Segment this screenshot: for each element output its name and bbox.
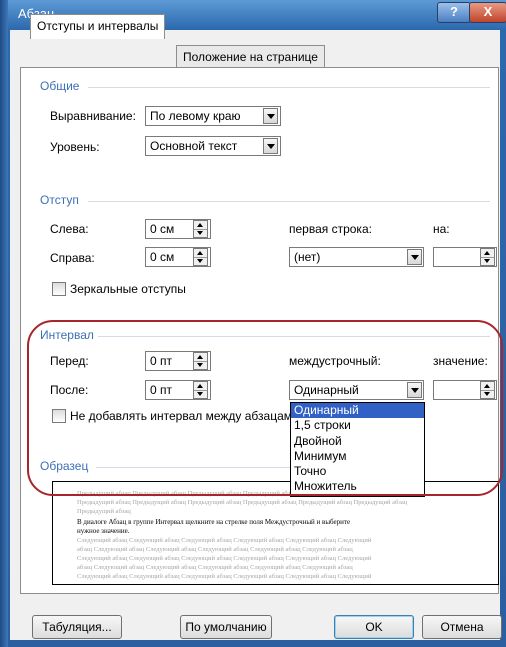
group-general-title: Общие bbox=[40, 79, 80, 93]
preview-next-line: абзац Следующий абзац Следующий абзац Сл… bbox=[77, 564, 353, 571]
line-spacing-select[interactable]: Одинарный bbox=[289, 380, 424, 400]
spacing-after-spinner[interactable] bbox=[193, 381, 208, 399]
preview-next-line: Следующий абзац Следующий абзац Следующи… bbox=[77, 555, 372, 562]
chevron-down-icon[interactable] bbox=[481, 257, 494, 265]
spacing-before-spinner[interactable] bbox=[193, 352, 208, 370]
line-spacing-option[interactable]: 1,5 строки bbox=[291, 418, 424, 433]
chevron-down-icon[interactable] bbox=[194, 229, 207, 237]
chevron-down-icon[interactable] bbox=[194, 390, 207, 398]
tab-page-position[interactable]: Положение на странице bbox=[176, 45, 325, 67]
preview-next-line: Следующий абзац Следующий абзац Следующи… bbox=[77, 537, 372, 544]
group-spacing-title: Интервал bbox=[40, 328, 94, 342]
alignment-select[interactable]: По левому краю bbox=[145, 106, 281, 126]
indent-right-label: Справа: bbox=[50, 251, 95, 265]
indent-on-label: на: bbox=[433, 222, 450, 236]
indent-right-spinner[interactable] bbox=[193, 248, 208, 266]
first-line-dropdown-button[interactable] bbox=[407, 249, 422, 265]
mirror-indents-label: Зеркальные отступы bbox=[70, 282, 186, 296]
window-frame-edge bbox=[0, 0, 8, 647]
help-button[interactable]: ? bbox=[437, 2, 471, 23]
group-spacing-line bbox=[98, 336, 490, 337]
spacing-value-label: значение: bbox=[433, 354, 488, 368]
group-general-line bbox=[88, 87, 490, 88]
preview-main-line: В диалоге Абзац в группе Интервал щелкни… bbox=[77, 518, 351, 526]
spacing-after-label: После: bbox=[50, 383, 89, 397]
line-spacing-label: междустрочный: bbox=[289, 354, 381, 368]
preview-prev-line: Предыдущий абзац bbox=[77, 508, 131, 515]
spacing-value-spinner[interactable] bbox=[480, 381, 495, 399]
line-spacing-option[interactable]: Двойной bbox=[291, 434, 424, 449]
indent-on-spinner[interactable] bbox=[480, 248, 495, 266]
set-default-button[interactable]: По умолчанию bbox=[180, 615, 272, 639]
no-space-between-label: Не добавлять интервал между абзацами bbox=[70, 409, 292, 423]
preview-main-line: нужное значение. bbox=[77, 527, 130, 535]
group-sample-title: Образец bbox=[40, 459, 89, 473]
line-spacing-option[interactable]: Точно bbox=[291, 464, 424, 479]
line-spacing-options-list: Одинарный 1,5 строки Двойной Минимум Точ… bbox=[290, 402, 425, 497]
preview-next-line: абзац Следующий абзац Следующий абзац Сл… bbox=[77, 546, 353, 553]
level-dropdown-button[interactable] bbox=[263, 138, 278, 154]
tabs-button[interactable]: Табуляция... bbox=[32, 615, 122, 639]
ok-button[interactable]: OK bbox=[334, 615, 414, 639]
group-indent-title: Отступ bbox=[40, 193, 79, 207]
group-sample-line bbox=[96, 467, 290, 468]
tab-indents-spacing[interactable]: Отступы и интервалы bbox=[30, 14, 166, 39]
first-line-select[interactable]: (нет) bbox=[289, 247, 424, 267]
sample-preview: Предыдущий абзац Предыдущий абзац Предыд… bbox=[52, 481, 499, 585]
mirror-indents-checkbox[interactable] bbox=[52, 282, 66, 296]
alignment-dropdown-button[interactable] bbox=[263, 108, 278, 124]
indent-left-spinner[interactable] bbox=[193, 220, 208, 238]
line-spacing-dropdown-button[interactable] bbox=[407, 382, 422, 398]
preview-next-line: Следующий абзац Следующий абзац Следующи… bbox=[77, 573, 372, 580]
chevron-down-icon[interactable] bbox=[194, 257, 207, 265]
line-spacing-option[interactable]: Минимум bbox=[291, 449, 424, 464]
cancel-button[interactable]: Отмена bbox=[422, 615, 502, 639]
no-space-between-checkbox[interactable] bbox=[52, 409, 66, 423]
spacing-before-label: Перед: bbox=[50, 354, 89, 368]
chevron-down-icon[interactable] bbox=[194, 361, 207, 369]
alignment-label: Выравнивание: bbox=[50, 109, 136, 123]
indent-left-label: Слева: bbox=[50, 222, 89, 236]
close-button[interactable]: X bbox=[469, 2, 506, 23]
first-line-label: первая строка: bbox=[289, 222, 372, 236]
group-indent-line bbox=[88, 201, 490, 202]
level-label: Уровень: bbox=[50, 140, 100, 154]
level-select[interactable]: Основной текст bbox=[145, 136, 281, 156]
preview-prev-line: Предыдущий абзац Предыдущий абзац Предыд… bbox=[77, 499, 408, 506]
line-spacing-option[interactable]: Множитель bbox=[291, 479, 424, 494]
line-spacing-option[interactable]: Одинарный bbox=[291, 403, 424, 419]
chevron-down-icon[interactable] bbox=[481, 390, 494, 398]
